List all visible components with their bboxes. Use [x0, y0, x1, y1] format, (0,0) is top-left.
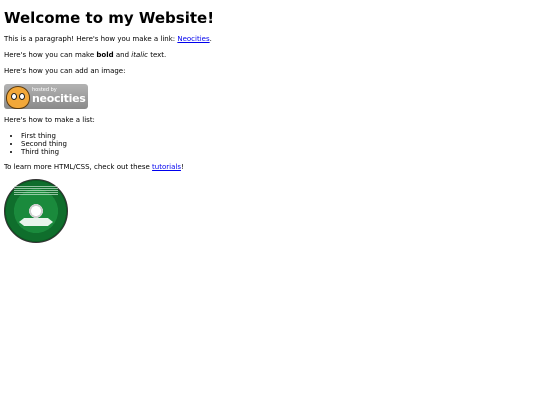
example-list: First thing Second thing Third thing [4, 132, 536, 156]
tutorials-text-end: ! [180, 163, 184, 171]
page-content: Welcome to my Website! This is a paragra… [0, 9, 540, 243]
formatting-text-middle: and [113, 51, 132, 59]
page-title: Welcome to my Website! [4, 9, 215, 27]
formatting-paragraph: Here's how you can make bold and italic … [4, 51, 536, 60]
formatting-text-end: text. [147, 51, 167, 59]
list-item: Second thing [21, 140, 536, 148]
tutorials-text: To learn more HTML/CSS, check out these [4, 163, 153, 171]
cd-disc-image [4, 179, 68, 243]
intro-text: This is a paragraph! Here's how you make… [4, 35, 178, 43]
intro-paragraph: This is a paragraph! Here's how you make… [4, 35, 536, 44]
bold-text: bold [96, 51, 114, 59]
tutorials-paragraph: To learn more HTML/CSS, check out these … [4, 163, 536, 172]
list-item: Third thing [21, 148, 536, 156]
disc-label-lines [14, 186, 58, 196]
hosted-by-neocities-badge[interactable]: hosted by neocities [4, 84, 88, 109]
list-item: First thing [21, 132, 536, 140]
badge-brand-text: neocities [32, 92, 86, 105]
intro-text-end: . [209, 35, 212, 43]
italic-text: italic [131, 51, 148, 59]
list-paragraph: Here's how to make a list: [4, 116, 95, 124]
disc-logo-icon [19, 218, 53, 226]
image-paragraph: Here's how you can add an image: [4, 67, 126, 75]
cat-mascot-icon [6, 86, 30, 109]
neocities-link[interactable]: Neocities [177, 35, 209, 43]
formatting-text: Here's how you can make [4, 51, 97, 59]
tutorials-link[interactable]: tutorials [152, 163, 181, 171]
